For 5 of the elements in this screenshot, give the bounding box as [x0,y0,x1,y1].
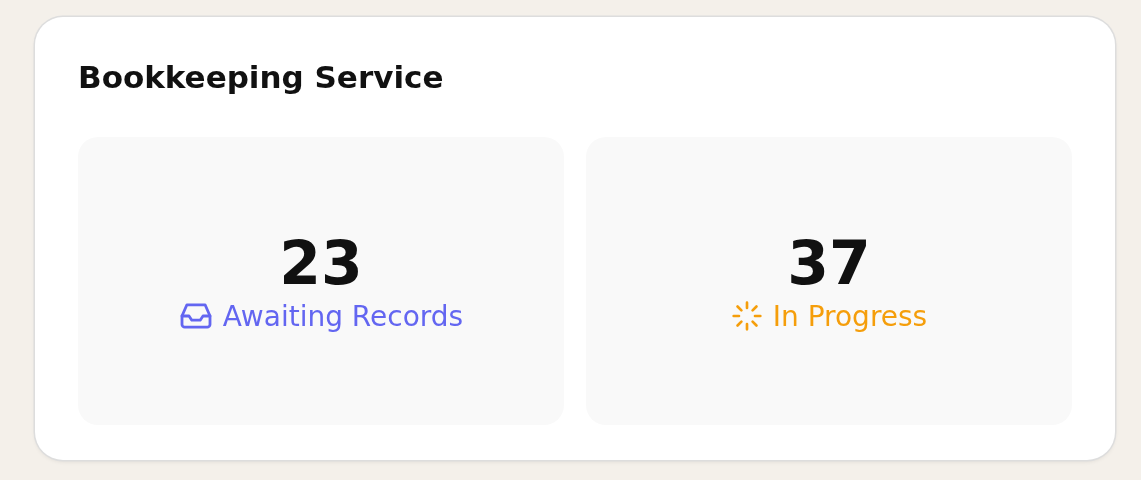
stat-value: 23 [279,229,363,296]
stat-label: Awaiting Records [222,299,464,334]
stat-value: 37 [787,229,871,296]
stat-label: In Progress [772,299,928,334]
card-title: Bookkeeping Service [78,58,445,97]
